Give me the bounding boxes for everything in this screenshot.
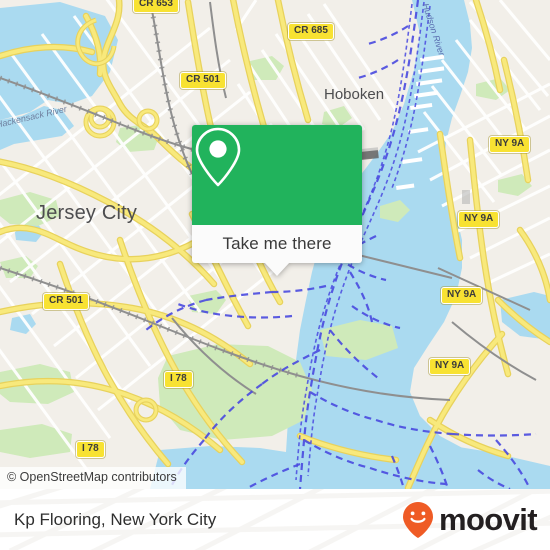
highway-shield-ny-9a-1[interactable]: NY 9A xyxy=(489,136,531,153)
highway-shield-cr-501-south[interactable]: CR 501 xyxy=(43,293,89,310)
highway-shield-ny-9a-4[interactable]: NY 9A xyxy=(429,358,471,375)
highway-shield-cr-685[interactable]: CR 685 xyxy=(288,23,334,40)
moovit-brand[interactable]: moovit xyxy=(400,500,538,540)
highway-shield-cr-653[interactable]: CR 653 xyxy=(133,0,179,13)
take-me-there-button[interactable]: Take me there xyxy=(192,225,362,263)
osm-attribution[interactable]: © OpenStreetMap contributors xyxy=(0,467,186,489)
highway-shield-i-78-north[interactable]: I 78 xyxy=(164,371,193,388)
moovit-wordmark: moovit xyxy=(438,502,538,537)
highway-shield-ny-9a-2[interactable]: NY 9A xyxy=(458,211,500,228)
footer-bar: Kp Flooring, New York City moovit xyxy=(0,489,550,550)
location-callout-card[interactable]: Take me there xyxy=(192,125,362,276)
map-canvas[interactable]: Jersey City Hoboken Hackensack River Hud… xyxy=(0,0,550,489)
callout-icon-area xyxy=(192,125,362,225)
callout-pointer-tail xyxy=(264,262,290,276)
highway-shield-ny-9a-3[interactable]: NY 9A xyxy=(441,287,483,304)
place-title: Kp Flooring, New York City xyxy=(14,509,217,529)
take-me-there-label: Take me there xyxy=(222,234,332,253)
map-pin-icon xyxy=(195,127,241,187)
highway-shield-i-78-south[interactable]: I 78 xyxy=(76,441,105,458)
moovit-pin-smile-icon xyxy=(402,501,433,538)
moovit-map-screenshot: Jersey City Hoboken Hackensack River Hud… xyxy=(0,0,550,550)
highway-shield-cr-501-north[interactable]: CR 501 xyxy=(180,72,226,89)
